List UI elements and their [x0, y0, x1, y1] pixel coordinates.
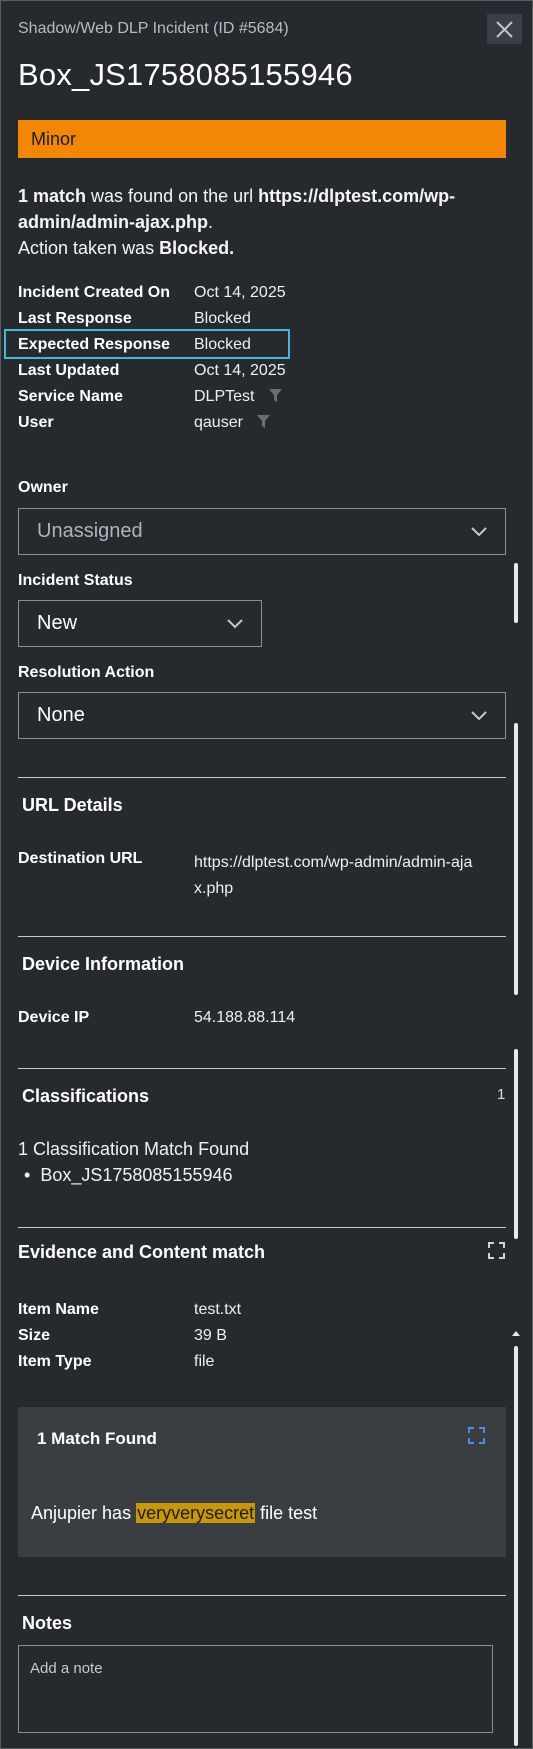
classification-summary: 1 Classification Match Found — [18, 1139, 250, 1159]
section-divider — [18, 777, 506, 778]
close-icon — [496, 21, 513, 38]
match-found-box: 1 Match Found Anjupier has veryverysecre… — [18, 1407, 506, 1557]
device-ip-value: 54.188.88.114 — [194, 1009, 296, 1026]
device-info-title: Device Information — [22, 954, 185, 974]
detail-label-service-name: Service Name — [18, 388, 123, 405]
device-ip-label: Device IP — [18, 1009, 90, 1026]
detail-value-created: Oct 14, 2025 — [194, 284, 286, 301]
scrollbar-thumb[interactable] — [514, 1346, 518, 1746]
incident-status-label: Incident Status — [18, 572, 133, 589]
detail-value-last-response: Blocked — [194, 310, 251, 327]
chevron-down-icon — [227, 618, 243, 628]
detail-value-last-updated: Oct 14, 2025 — [194, 362, 286, 379]
classifications-count: 1 — [497, 1086, 506, 1103]
section-divider — [18, 936, 506, 937]
filter-icon[interactable] — [268, 389, 282, 402]
summary-text: was found on the url — [86, 186, 259, 206]
section-divider — [18, 1227, 506, 1228]
match-text-after: file test — [255, 1503, 318, 1523]
classification-item-name: Box_JS1758085155946 — [40, 1165, 233, 1185]
chevron-down-icon — [471, 710, 487, 720]
scrollbar-thumb[interactable] — [514, 1049, 518, 1239]
classifications-title: Classifications — [22, 1086, 150, 1106]
detail-value-service-name-row: DLPTest — [194, 388, 282, 406]
incident-status-select[interactable]: New — [18, 600, 262, 647]
evidence-item-name-value: test.txt — [194, 1301, 242, 1318]
match-count: 1 match — [18, 186, 87, 206]
owner-select[interactable]: Unassigned — [18, 508, 506, 555]
chevron-down-icon — [471, 526, 487, 536]
classification-list-item: • Box_JS1758085155946 — [24, 1165, 233, 1186]
action-prefix: Action taken was — [18, 238, 160, 258]
evidence-size-value: 39 B — [194, 1327, 227, 1344]
expand-icon[interactable] — [468, 1427, 485, 1444]
scroll-up-arrow-icon[interactable] — [512, 1331, 520, 1336]
incident-status-value: New — [37, 612, 78, 634]
section-divider — [18, 1068, 506, 1069]
detail-value-user: qauser — [194, 414, 243, 431]
severity-banner: Minor — [18, 120, 506, 158]
detail-label-user: User — [18, 414, 54, 431]
bullet-icon: • — [24, 1165, 31, 1185]
resolution-action-value: None — [37, 704, 85, 726]
destination-url-line2: x.php — [194, 880, 234, 897]
filter-icon[interactable] — [257, 415, 271, 428]
destination-url-label: Destination URL — [18, 850, 143, 867]
match-highlight: veryverysecret — [136, 1503, 256, 1523]
url-details-title: URL Details — [22, 795, 123, 815]
detail-label-last-updated: Last Updated — [18, 362, 120, 379]
match-snippet: Anjupier has veryverysecret file test — [31, 1503, 317, 1524]
detail-label-last-response: Last Response — [18, 310, 132, 327]
section-divider — [18, 1595, 506, 1596]
match-text-before: Anjupier has — [31, 1503, 137, 1523]
detail-value-service-name: DLPTest — [194, 388, 255, 405]
notes-title: Notes — [22, 1613, 73, 1633]
destination-url-value: https://dlptest.com/wp-admin/admin-aja x… — [194, 850, 472, 902]
notes-input[interactable]: Add a note — [18, 1645, 493, 1733]
scrollbar-thumb[interactable] — [514, 563, 518, 623]
scrollbar-thumb[interactable] — [514, 723, 518, 995]
resolution-action-label: Resolution Action — [18, 664, 155, 681]
detail-label-expected-response: Expected Response — [18, 336, 171, 353]
detail-value-expected-response: Blocked — [194, 336, 251, 353]
evidence-item-type-label: Item Type — [18, 1353, 92, 1370]
match-found-title: 1 Match Found — [37, 1429, 157, 1448]
destination-url-line1: https://dlptest.com/wp-admin/admin-aja — [194, 854, 473, 871]
incident-subtitle: Shadow/Web DLP Incident (ID #5684) — [18, 20, 289, 37]
evidence-title: Evidence and Content match — [18, 1242, 266, 1262]
detail-label-created: Incident Created On — [18, 284, 171, 301]
resolution-action-select[interactable]: None — [18, 692, 506, 739]
incident-summary: 1 match was found on the url https://dlp… — [18, 183, 498, 261]
expand-icon[interactable] — [488, 1242, 505, 1259]
incident-title: Box_JS1758085155946 — [18, 57, 353, 92]
summary-period: . — [208, 212, 214, 232]
close-button[interactable] — [487, 14, 522, 44]
owner-label: Owner — [18, 479, 68, 496]
detail-value-user-row: qauser — [194, 414, 271, 432]
owner-value: Unassigned — [37, 520, 143, 542]
incident-detail-panel: Shadow/Web DLP Incident (ID #5684) Box_J… — [0, 0, 533, 1749]
notes-placeholder: Add a note — [30, 1660, 103, 1677]
evidence-size-label: Size — [18, 1327, 51, 1344]
action-value: Blocked. — [159, 238, 235, 258]
evidence-item-type-value: file — [194, 1353, 215, 1370]
evidence-item-name-label: Item Name — [18, 1301, 99, 1318]
